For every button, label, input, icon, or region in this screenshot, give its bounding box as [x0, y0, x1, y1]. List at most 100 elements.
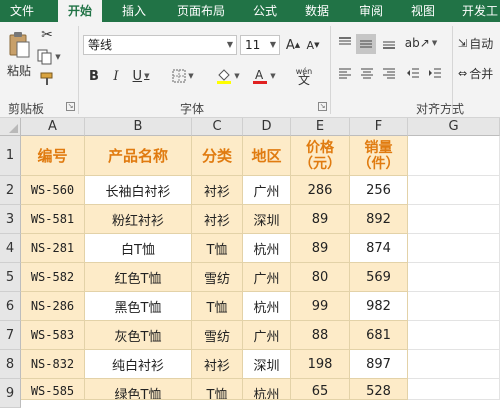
align-center-icon[interactable]: [358, 64, 376, 82]
table-cell[interactable]: 粉红衬衫: [85, 205, 192, 234]
font-color-icon[interactable]: A ▼: [250, 66, 278, 86]
table-cell[interactable]: 广州: [243, 321, 291, 350]
table-cell[interactable]: T恤: [192, 379, 243, 400]
tab-review[interactable]: 审阅: [352, 0, 390, 22]
table-cell[interactable]: 198: [291, 350, 350, 379]
border-icon[interactable]: ▼: [170, 66, 196, 86]
row-header-9[interactable]: 9: [0, 379, 21, 408]
table-header-cell[interactable]: 价格 （元）: [291, 136, 350, 176]
italic-icon[interactable]: I: [108, 66, 124, 86]
table-cell[interactable]: 纯白衬衫: [85, 350, 192, 379]
table-cell[interactable]: 深圳: [243, 350, 291, 379]
empty-cell[interactable]: [408, 136, 500, 176]
table-cell[interactable]: 雪纺: [192, 321, 243, 350]
paste-label[interactable]: 粘贴: [4, 62, 34, 78]
paste-icon[interactable]: [6, 30, 32, 60]
row-header-3[interactable]: 3: [0, 205, 21, 234]
column-header-d[interactable]: D: [243, 118, 291, 136]
row-header-1[interactable]: 1: [0, 136, 21, 176]
table-cell[interactable]: 89: [291, 234, 350, 263]
table-cell[interactable]: 80: [291, 263, 350, 292]
row-header-2[interactable]: 2: [0, 176, 21, 205]
table-header-cell[interactable]: 编号: [21, 136, 85, 176]
merge-center-button[interactable]: ⇔ 合并: [458, 64, 500, 82]
table-cell[interactable]: 杭州: [243, 379, 291, 400]
tab-developer[interactable]: 开发工: [455, 0, 500, 22]
align-right-icon[interactable]: [380, 64, 398, 82]
table-cell[interactable]: 89: [291, 205, 350, 234]
empty-cell[interactable]: [408, 263, 500, 292]
table-cell[interactable]: 杭州: [243, 292, 291, 321]
increase-font-icon[interactable]: A ▲: [284, 35, 302, 55]
empty-cell[interactable]: [408, 205, 500, 234]
table-cell[interactable]: WS-583: [21, 321, 85, 350]
align-top-icon[interactable]: [336, 34, 354, 52]
table-cell[interactable]: 黑色T恤: [85, 292, 192, 321]
underline-icon[interactable]: U ▼: [128, 66, 154, 86]
row-header-8[interactable]: 8: [0, 350, 21, 379]
table-cell[interactable]: 65: [291, 379, 350, 400]
table-cell[interactable]: 892: [350, 205, 408, 234]
table-cell[interactable]: NS-286: [21, 292, 85, 321]
font-size-combo[interactable]: 11 ▼: [240, 35, 280, 55]
table-cell[interactable]: 874: [350, 234, 408, 263]
row-header-4[interactable]: 4: [0, 234, 21, 263]
table-header-cell[interactable]: 地区: [243, 136, 291, 176]
table-cell[interactable]: 88: [291, 321, 350, 350]
row-header-6[interactable]: 6: [0, 292, 21, 321]
table-header-cell[interactable]: 分类: [192, 136, 243, 176]
column-header-a[interactable]: A: [21, 118, 85, 136]
table-cell[interactable]: 528: [350, 379, 408, 400]
increase-indent-icon[interactable]: [426, 64, 444, 82]
phonetic-guide-icon[interactable]: wén 文: [290, 64, 318, 88]
table-header-cell[interactable]: 销量 （件）: [350, 136, 408, 176]
table-cell[interactable]: 256: [350, 176, 408, 205]
tab-page-layout[interactable]: 页面布局: [168, 0, 234, 22]
column-header-e[interactable]: E: [291, 118, 350, 136]
tab-view[interactable]: 视图: [404, 0, 442, 22]
align-left-icon[interactable]: [336, 64, 354, 82]
font-launcher-icon[interactable]: ↘: [318, 102, 327, 111]
empty-cell[interactable]: [408, 379, 500, 400]
empty-cell[interactable]: [408, 350, 500, 379]
tab-formulas[interactable]: 公式: [246, 0, 284, 22]
bold-icon[interactable]: B: [86, 66, 102, 86]
table-cell[interactable]: 681: [350, 321, 408, 350]
row-header-7[interactable]: 7: [0, 321, 21, 350]
table-cell[interactable]: WS-581: [21, 205, 85, 234]
empty-cell[interactable]: [408, 292, 500, 321]
empty-cell[interactable]: [408, 176, 500, 205]
decrease-indent-icon[interactable]: [404, 64, 422, 82]
font-name-combo[interactable]: 等线 ▼: [83, 35, 237, 55]
table-cell[interactable]: 红色T恤: [85, 263, 192, 292]
table-cell[interactable]: 897: [350, 350, 408, 379]
align-middle-icon[interactable]: [356, 34, 376, 54]
table-cell[interactable]: WS-582: [21, 263, 85, 292]
table-cell[interactable]: WS-560: [21, 176, 85, 205]
tab-home[interactable]: 开始: [58, 0, 102, 22]
align-bottom-icon[interactable]: [380, 34, 398, 52]
orientation-icon[interactable]: ab↗ ▼: [404, 34, 438, 52]
table-cell[interactable]: 衬衫: [192, 350, 243, 379]
table-cell[interactable]: 99: [291, 292, 350, 321]
table-cell[interactable]: 广州: [243, 263, 291, 292]
tab-data[interactable]: 数据: [298, 0, 336, 22]
fill-color-icon[interactable]: ▼: [214, 66, 242, 86]
cut-icon[interactable]: ✂: [37, 26, 57, 44]
table-cell[interactable]: 绿色T恤: [85, 379, 192, 400]
clipboard-launcher-icon[interactable]: ↘: [66, 102, 75, 111]
table-cell[interactable]: 569: [350, 263, 408, 292]
tab-insert[interactable]: 插入: [114, 0, 154, 22]
table-cell[interactable]: NS-281: [21, 234, 85, 263]
table-cell[interactable]: NS-832: [21, 350, 85, 379]
table-cell[interactable]: 雪纺: [192, 263, 243, 292]
table-cell[interactable]: 286: [291, 176, 350, 205]
copy-icon[interactable]: ▼: [37, 48, 61, 66]
column-header-c[interactable]: C: [192, 118, 243, 136]
empty-cell[interactable]: [408, 234, 500, 263]
table-cell[interactable]: 深圳: [243, 205, 291, 234]
tab-file[interactable]: 文件: [2, 0, 42, 22]
format-painter-icon[interactable]: [37, 70, 57, 88]
empty-cell[interactable]: [408, 321, 500, 350]
column-header-b[interactable]: B: [85, 118, 192, 136]
